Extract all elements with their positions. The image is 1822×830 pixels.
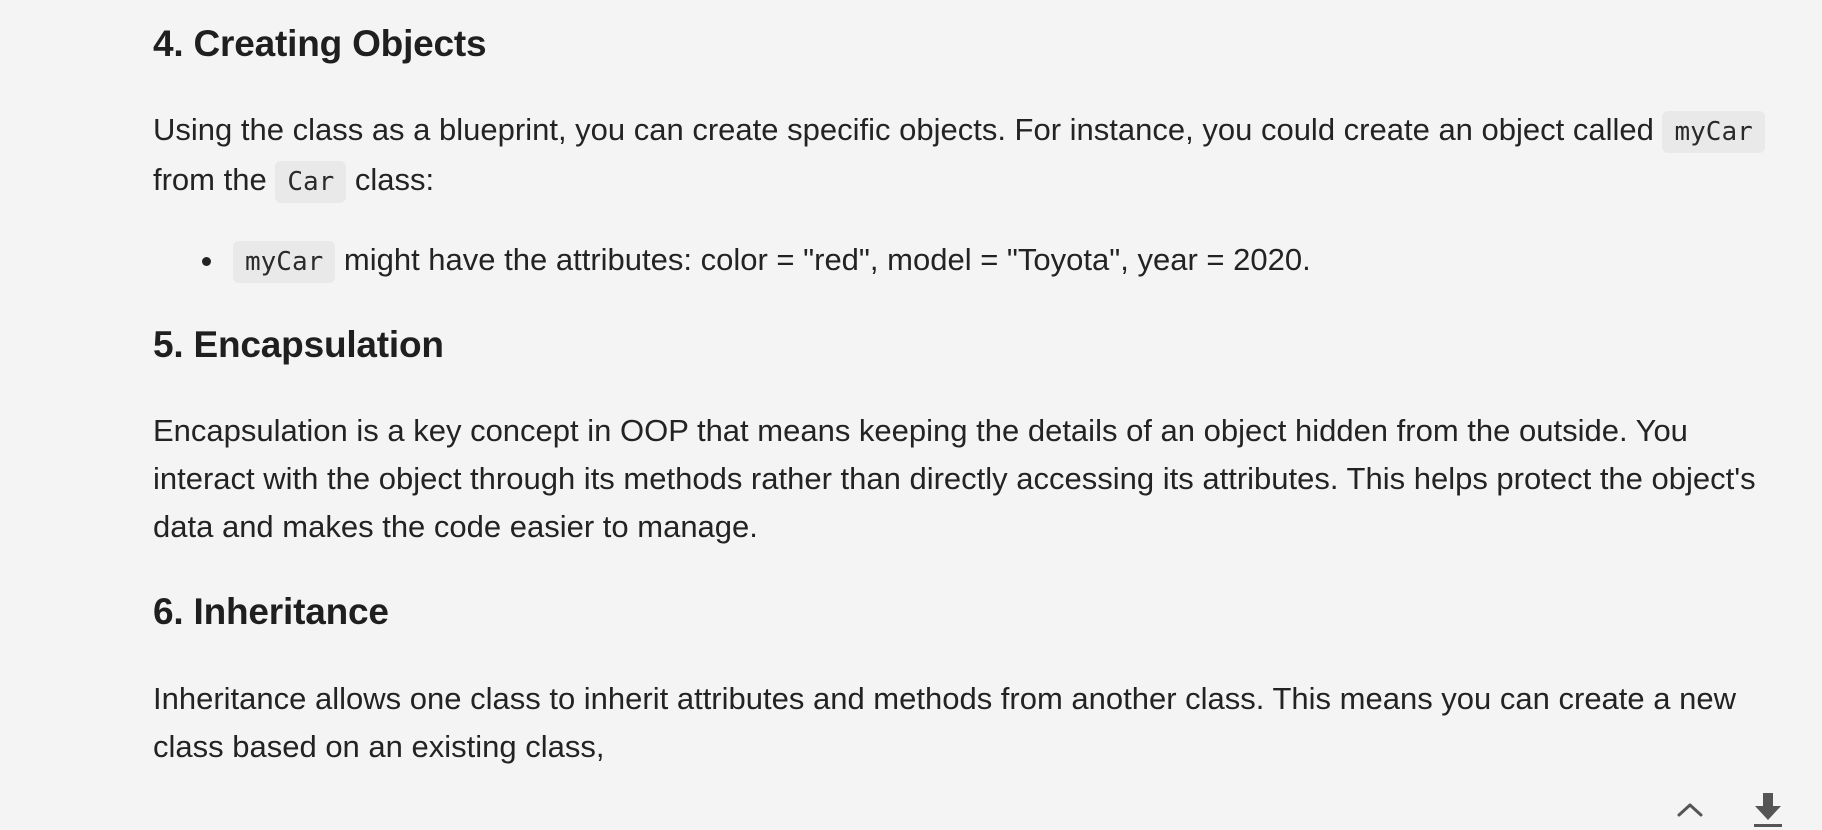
download-button[interactable] — [1751, 790, 1785, 830]
inline-code-mycar: myCar — [1662, 111, 1765, 153]
bullet-list: myCar might have the attributes: color =… — [153, 236, 1773, 286]
list-item-text: might have the attributes: color = "red"… — [335, 242, 1311, 277]
list-item: myCar might have the attributes: color =… — [202, 236, 1773, 286]
download-icon — [1754, 793, 1782, 827]
para-text: class: — [346, 162, 435, 197]
para-text: from the — [153, 162, 276, 197]
paragraph-creating-objects: Using the class as a blueprint, you can … — [153, 106, 1773, 206]
para-text: Using the class as a blueprint, you can … — [153, 112, 1663, 147]
inline-code-car: Car — [275, 161, 347, 203]
heading-encapsulation: 5. Encapsulation — [153, 324, 444, 365]
chevron-up-icon — [1677, 803, 1703, 817]
scroll-up-button[interactable] — [1672, 796, 1708, 822]
heading-inheritance: 6. Inheritance — [153, 591, 389, 632]
paragraph-inheritance: Inheritance allows one class to inherit … — [153, 681, 1736, 764]
paragraph-encapsulation: Encapsulation is a key concept in OOP th… — [153, 413, 1756, 544]
heading-creating-objects: 4. Creating Objects — [153, 23, 487, 64]
inline-code-mycar: myCar — [233, 241, 336, 283]
